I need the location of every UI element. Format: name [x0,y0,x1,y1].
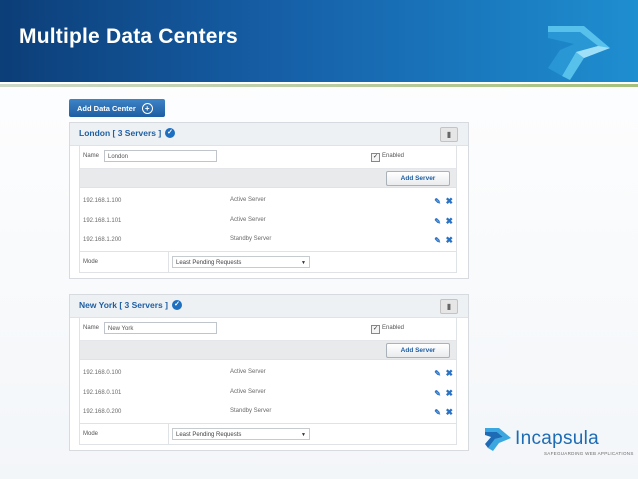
mode-divider [168,251,169,272]
datacenter-header: London [ 3 Servers ] ✓ ▮ [70,123,468,146]
mode-select-value: Least Pending Requests [176,259,242,266]
server-row: 192.168.0.200 Standby Server ✎ ✖ [80,403,456,423]
mode-divider [168,423,169,444]
server-ip: 192.168.1.100 [83,198,122,204]
datacenter-body: Name New York ✓ Enabled Add Server 192.1… [79,317,457,445]
brand-name: Incapsula [515,428,600,449]
mode-select[interactable]: Least Pending Requests ▼ [172,255,310,268]
server-row: 192.168.1.200 Standby Server ✎ ✖ [80,231,456,251]
dropdown-arrow-icon: ▼ [301,431,306,438]
trash-icon: ▮ [446,302,452,311]
banner-divider [0,84,638,87]
datacenter-panel-london: London [ 3 Servers ] ✓ ▮ Name London ✓ E… [69,122,469,279]
delete-datacenter-button[interactable]: ▮ [440,299,458,314]
mode-row: Mode Least Pending Requests ▼ [80,250,456,272]
dropdown-arrow-icon: ▼ [301,259,306,266]
name-row: Name New York ✓ Enabled [80,318,456,341]
mode-select-value: Least Pending Requests [176,431,242,438]
delete-icon[interactable]: ✖ [445,235,453,246]
plus-circle-icon: + [141,102,153,114]
server-row: 192.168.1.101 Active Server ✎ ✖ [80,212,456,232]
mode-row: Mode Least Pending Requests ▼ [80,422,456,444]
name-input[interactable]: New York [104,322,217,334]
trash-icon: ▮ [446,130,452,139]
title-banner: Multiple Data Centers [0,0,638,82]
edit-icon[interactable]: ✎ [434,197,441,206]
add-data-center-label: Add Data Center [77,103,136,113]
server-role: Active Server [230,197,266,203]
server-row: 192.168.1.100 Active Server ✎ ✖ [80,192,456,212]
server-ip: 192.168.1.101 [83,217,122,224]
add-server-button[interactable]: Add Server [386,343,450,358]
incapsula-chevron-logo [548,26,610,80]
add-server-bar: Add Server [80,169,456,188]
delete-icon[interactable]: ✖ [445,216,453,227]
mode-label: Mode [83,258,99,265]
slide-title: Multiple Data Centers [19,25,238,48]
check-circle-icon: ✓ [165,128,175,138]
server-row: 192.168.0.101 Active Server ✎ ✖ [80,384,456,404]
server-role: Standby Server [230,408,272,414]
datacenter-title[interactable]: London [ 3 Servers ] [79,128,161,138]
delete-icon[interactable]: ✖ [445,196,453,207]
add-data-center-button[interactable]: Add Data Center + [69,99,165,117]
mode-label: Mode [83,430,99,437]
server-role: Active Server [230,388,266,395]
edit-icon[interactable]: ✎ [434,236,441,245]
delete-datacenter-button[interactable]: ▮ [440,127,458,142]
server-role: Active Server [230,216,266,223]
name-input[interactable]: London [104,150,217,162]
check-circle-icon: ✓ [172,300,182,310]
delete-icon[interactable]: ✖ [445,407,453,418]
incapsula-logo-icon [485,428,511,451]
datacenter-panel-new-york: New York [ 3 Servers ] ✓ ▮ Name New York… [69,294,469,451]
enabled-label: Enabled [382,325,405,331]
datacenter-body: Name London ✓ Enabled Add Server 192.168… [79,145,457,273]
server-role: Standby Server [230,236,272,242]
delete-icon[interactable]: ✖ [445,388,453,399]
enabled-checkbox[interactable]: ✓ [371,153,380,162]
mode-select[interactable]: Least Pending Requests ▼ [172,427,310,440]
server-ip: 192.168.0.200 [83,409,122,415]
datacenter-header: New York [ 3 Servers ] ✓ ▮ [70,295,468,318]
enabled-checkbox[interactable]: ✓ [371,325,380,334]
server-role: Active Server [230,369,266,375]
add-server-bar: Add Server [80,341,456,360]
brand-tagline: SAFEGUARDING WEB APPLICATIONS [544,451,634,456]
name-label: Name [83,325,100,331]
add-server-button[interactable]: Add Server [386,171,450,186]
edit-icon[interactable]: ✎ [434,389,441,398]
server-ip: 192.168.0.100 [83,370,122,376]
name-row: Name London ✓ Enabled [80,146,456,169]
edit-icon[interactable]: ✎ [434,217,441,226]
name-label: Name [83,153,100,159]
delete-icon[interactable]: ✖ [445,368,453,379]
server-ip: 192.168.0.101 [83,389,122,396]
server-row: 192.168.0.100 Active Server ✎ ✖ [80,364,456,384]
edit-icon[interactable]: ✎ [434,369,441,378]
edit-icon[interactable]: ✎ [434,408,441,417]
datacenter-title[interactable]: New York [ 3 Servers ] [79,300,168,310]
enabled-label: Enabled [382,153,405,159]
server-ip: 192.168.1.200 [83,237,122,243]
